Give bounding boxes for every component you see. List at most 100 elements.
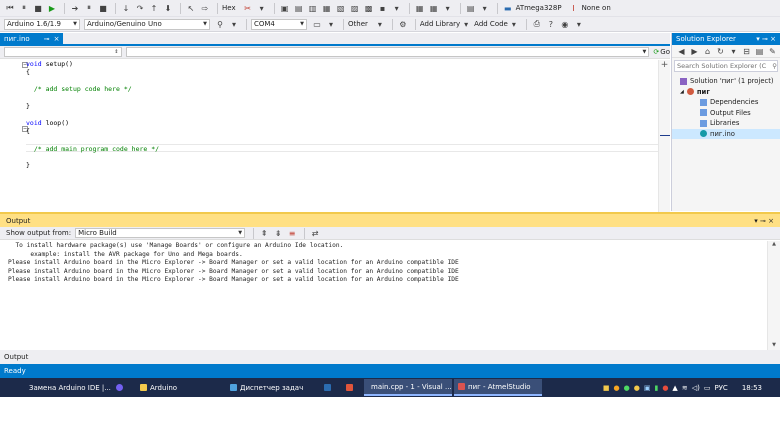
search-icon[interactable]: ⚲	[214, 18, 226, 30]
taskbar-item-viber[interactable]	[112, 379, 134, 396]
wifi-icon[interactable]: ≋	[682, 384, 688, 392]
step-out-icon[interactable]: ↑	[148, 2, 160, 14]
gear-icon[interactable]: ⚙	[397, 18, 409, 30]
pin-icon[interactable]: ⊸	[44, 35, 50, 43]
memory-icon[interactable]: ▦	[428, 2, 440, 14]
member-combo[interactable]: ▼	[125, 47, 650, 57]
taskbar-item-atmel-studio[interactable]: пиг - AtmelStudio	[454, 379, 542, 396]
solution-search-input[interactable]: Search Solution Explorer (C ⚲	[674, 60, 778, 72]
collapse-icon[interactable]: ⊟	[741, 45, 752, 57]
taskbar-item-app[interactable]	[320, 379, 340, 396]
editor-scrollbar[interactable]: +	[658, 60, 670, 212]
pointer-icon[interactable]: ↖	[185, 2, 197, 14]
stop-icon[interactable]: ■	[32, 2, 44, 14]
clock[interactable]: 18:53	[742, 384, 762, 392]
window-icon[interactable]: ▤	[293, 2, 305, 14]
tree-item-project[interactable]: ◢ пиг	[672, 87, 780, 98]
port-combo[interactable]: COM4 ▼	[251, 18, 307, 30]
output-text[interactable]: To install hardware package(s) use 'Mana…	[0, 240, 780, 285]
memory-icon[interactable]: ▦	[414, 2, 426, 14]
window-icon[interactable]: ▧	[335, 2, 347, 14]
split-button[interactable]: +	[659, 60, 670, 70]
dropdown-icon[interactable]: ▾	[391, 2, 403, 14]
taskbar-item-app[interactable]	[342, 379, 362, 396]
tree-item-libraries[interactable]: Libraries	[672, 118, 780, 129]
word-wrap-icon[interactable]: ⇄	[309, 227, 321, 239]
wrench-icon[interactable]: ✎	[767, 45, 778, 57]
home-icon[interactable]: ⌂	[702, 45, 713, 57]
other-menu[interactable]: Other	[348, 20, 368, 28]
network-icon[interactable]: ▲	[672, 384, 677, 392]
upload-icon[interactable]: ⎙	[531, 18, 543, 30]
dropdown-icon[interactable]: ▾	[728, 45, 739, 57]
step-over-icon[interactable]: ↷	[134, 2, 146, 14]
window-icon[interactable]: ▥	[307, 2, 319, 14]
tray-app-icon[interactable]: ●	[662, 384, 668, 392]
pane-controls[interactable]: ▾ ⊸ ×	[756, 35, 776, 43]
tree-item-sketch-file[interactable]: пиг.ino	[672, 128, 780, 139]
pin-icon[interactable]: ✂	[242, 2, 254, 14]
dropdown-icon[interactable]: ▾	[460, 18, 472, 30]
tray-app-icon[interactable]: ●	[614, 384, 620, 392]
tray-app-icon[interactable]: ▮	[654, 384, 658, 392]
next-message-icon[interactable]: ⇟	[272, 227, 284, 239]
pause-icon[interactable]: ⏸	[18, 2, 30, 14]
window-icon[interactable]: ▩	[363, 2, 375, 14]
dropdown-icon[interactable]: ▾	[228, 18, 240, 30]
taskbar-item-visual-studio[interactable]: main.cpp - 1 - Visual ...	[364, 379, 452, 396]
code-editor[interactable]: void setup() { /* add setup code here */…	[14, 60, 658, 210]
scope-combo[interactable]: ⇕	[4, 47, 122, 57]
tool-label[interactable]: None on	[582, 4, 611, 12]
pause-all-icon[interactable]: ⏸	[83, 2, 95, 14]
sync-icon[interactable]: ↻	[715, 45, 726, 57]
dropdown-icon[interactable]: ▾	[374, 18, 386, 30]
tree-item-output-files[interactable]: Output Files	[672, 108, 780, 119]
dropdown-icon[interactable]: ▾	[325, 18, 337, 30]
tray-app-icon[interactable]: ▣	[644, 384, 651, 392]
dropdown-icon[interactable]: ▾	[442, 2, 454, 14]
volume-icon[interactable]: ◁)	[692, 384, 700, 392]
arduino-version-combo[interactable]: Arduino 1.6/1.9 ▼	[4, 18, 80, 30]
pane-controls[interactable]: ▾ ⊸ ×	[754, 217, 774, 225]
expand-icon[interactable]: ◢	[680, 87, 684, 98]
stop-debug-icon[interactable]: ■	[97, 2, 109, 14]
close-icon[interactable]: ×	[54, 35, 60, 43]
taskbar-item-task-manager[interactable]: Диспетчер задач	[226, 379, 318, 396]
back-icon[interactable]: ◀	[676, 45, 687, 57]
play-circle-icon[interactable]: ◉	[559, 18, 571, 30]
tree-item-dependencies[interactable]: Dependencies	[672, 97, 780, 108]
step-start-icon[interactable]: ⏮	[4, 2, 16, 14]
dropdown-icon[interactable]: ▾	[256, 2, 268, 14]
tree-item-solution[interactable]: Solution 'пиг' (1 project)	[672, 76, 780, 87]
step-into-icon[interactable]: ↓	[120, 2, 132, 14]
hex-toggle[interactable]: Hex	[222, 4, 236, 12]
go-button[interactable]: ⟳ Go	[653, 48, 670, 56]
keyboard-icon[interactable]: ▭	[704, 384, 711, 392]
dropdown-icon[interactable]: ▾	[573, 18, 585, 30]
window-icon[interactable]: ▪	[377, 2, 389, 14]
forward-icon[interactable]: ▶	[689, 45, 700, 57]
add-code-menu[interactable]: Add Code	[474, 20, 508, 28]
tray-app-icon[interactable]: ●	[634, 384, 640, 392]
window-icon[interactable]: ▨	[349, 2, 361, 14]
window-icon[interactable]: ▣	[279, 2, 291, 14]
device-label[interactable]: ATmega328P	[516, 4, 562, 12]
clear-all-icon[interactable]: ≡	[286, 227, 298, 239]
board-combo[interactable]: Arduino/Genuino Uno ▼	[84, 18, 210, 30]
scroll-down-icon[interactable]: ▼	[768, 342, 780, 348]
start-debug-icon[interactable]: ▶	[46, 2, 58, 14]
output-source-combo[interactable]: Micro Build ▼	[75, 228, 246, 238]
scroll-up-icon[interactable]: ▲	[768, 241, 780, 247]
find-message-icon[interactable]: ⇞	[258, 227, 270, 239]
help-icon[interactable]: ?	[545, 18, 557, 30]
dropdown-icon[interactable]: ▾	[479, 2, 491, 14]
breakpoint-icon[interactable]: ⬇	[162, 2, 174, 14]
tab-pig-ino[interactable]: пиг.ino ⊸ ×	[0, 33, 64, 44]
tray-app-icon[interactable]: ■	[603, 384, 610, 392]
taskbar-item-explorer[interactable]: Arduino	[136, 379, 224, 396]
language-indicator[interactable]: РУС	[714, 384, 727, 392]
registers-icon[interactable]: ▤	[465, 2, 477, 14]
serial-monitor-icon[interactable]: ▭	[311, 18, 323, 30]
arrow-icon[interactable]: ⇨	[199, 2, 211, 14]
dropdown-icon[interactable]: ▾	[508, 18, 520, 30]
